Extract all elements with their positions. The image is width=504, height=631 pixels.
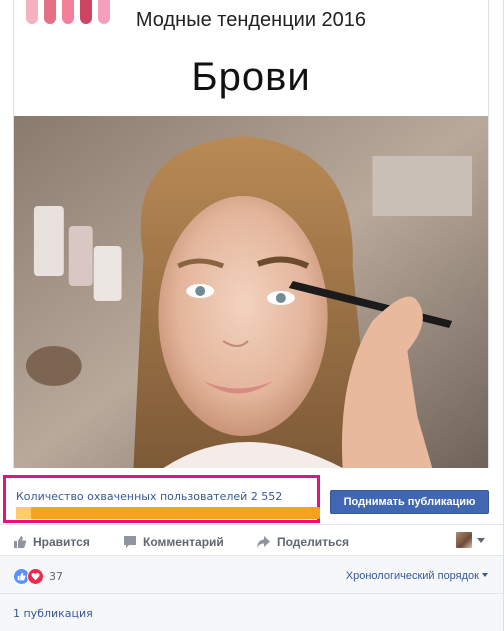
reaction-count: 37 xyxy=(49,570,63,583)
avatar xyxy=(456,532,472,548)
banner-subtitle: Модные тенденции 2016 xyxy=(135,9,367,31)
makeup-photo xyxy=(14,116,488,468)
publications-link[interactable]: 1 публикация xyxy=(13,607,93,620)
comment-icon xyxy=(124,536,136,548)
reach-highlight: Количество охваченных пользователей 2 55… xyxy=(3,475,320,523)
post-image[interactable]: Модные тенденции 2016 Брови xyxy=(13,0,489,468)
divider xyxy=(0,524,503,525)
chevron-down-icon xyxy=(482,573,488,577)
banner-title: Брови xyxy=(191,55,311,99)
reach-label[interactable]: Количество охваченных пользователей 2 55… xyxy=(16,490,282,503)
comment-sort-dropdown[interactable]: Хронологический порядок xyxy=(346,570,488,582)
divider xyxy=(0,555,503,556)
divider xyxy=(0,593,503,594)
reactions-summary[interactable]: 37 xyxy=(13,568,63,585)
boost-post-button[interactable]: Поднимать публикацию xyxy=(330,490,489,514)
chevron-down-icon xyxy=(477,537,485,543)
sort-label: Хронологический порядок xyxy=(345,570,479,582)
post-card: Модные тенденции 2016 Брови Количество о… xyxy=(0,0,504,631)
share-button[interactable]: Поделиться xyxy=(256,533,349,551)
post-as-selector[interactable] xyxy=(456,532,485,548)
post-banner: Модные тенденции 2016 Брови xyxy=(14,0,488,116)
comment-label: Комментарий xyxy=(143,535,224,549)
thumbs-up-icon xyxy=(14,536,27,548)
like-label: Нравится xyxy=(33,535,90,549)
love-reaction-icon xyxy=(27,568,44,585)
like-button[interactable]: Нравится xyxy=(13,533,90,551)
reach-progress-fill xyxy=(16,507,32,519)
reach-progress-bar xyxy=(16,507,320,519)
share-label: Поделиться xyxy=(277,535,350,549)
comment-button[interactable]: Комментарий xyxy=(123,533,224,551)
share-icon xyxy=(257,536,270,548)
